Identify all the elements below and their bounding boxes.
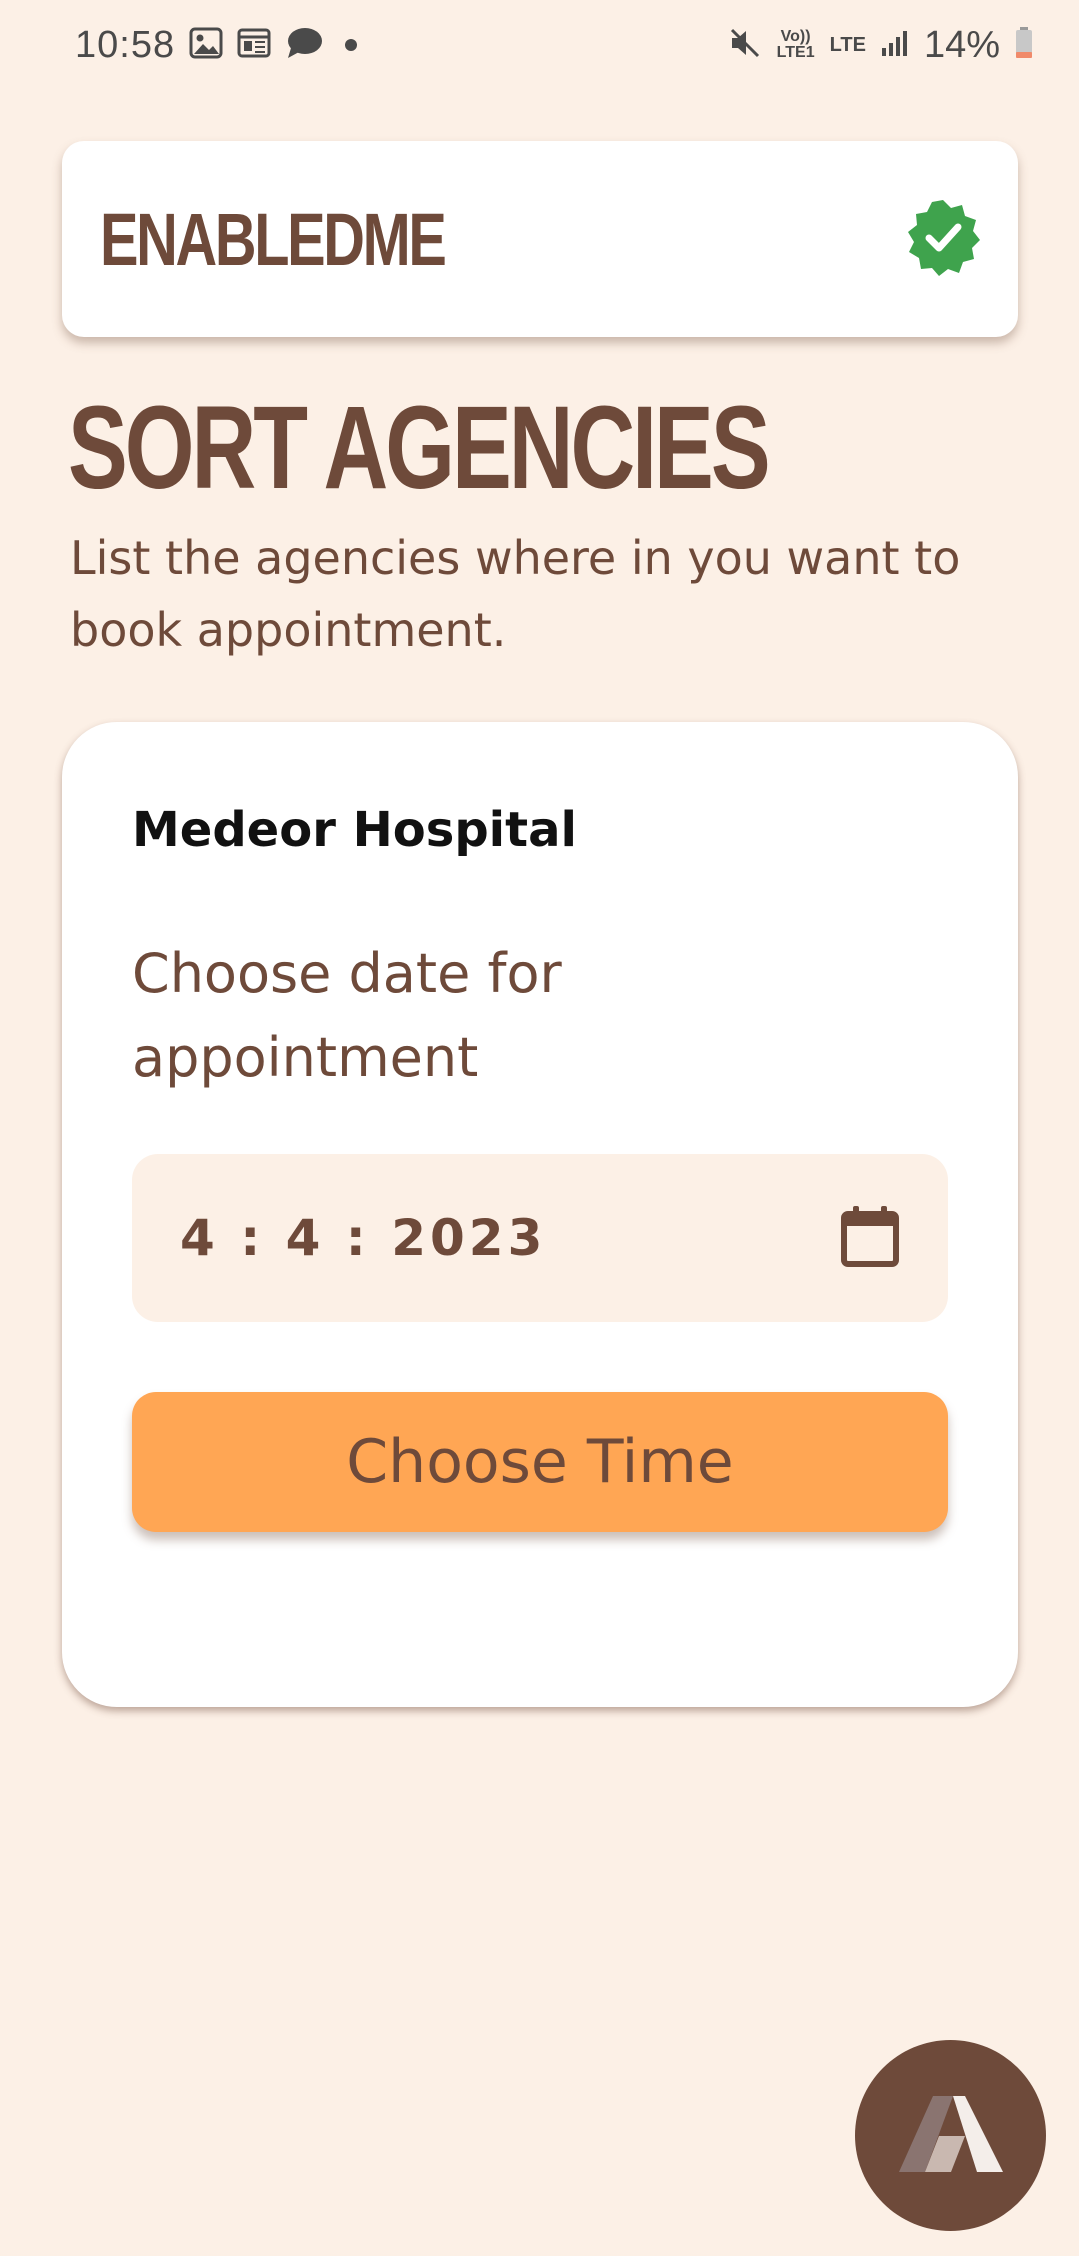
floating-app-button[interactable] <box>855 2040 1046 2231</box>
date-picker-field[interactable]: 4 : 4 : 2023 <box>132 1154 948 1322</box>
page-subtitle: List the agencies where in you want to b… <box>70 531 961 657</box>
status-bar-left: 10:58 <box>75 23 358 67</box>
lte-icon: LTE <box>829 34 866 56</box>
signal-icon <box>880 28 910 63</box>
status-bar-right: Vo)) LTE1 LTE 14% <box>728 24 1034 67</box>
agency-name: Medeor Hospital <box>132 802 577 858</box>
date-value: 4 : 4 : 2023 <box>180 1209 547 1267</box>
choose-time-button[interactable]: Choose Time <box>132 1392 948 1532</box>
verified-badge-icon <box>904 198 982 280</box>
brand-logo-text: ENABLEDME <box>100 197 447 281</box>
battery-icon <box>1014 26 1034 65</box>
calendar-icon[interactable] <box>840 1204 900 1272</box>
app-header: ENABLEDME <box>62 141 1018 337</box>
image-icon <box>189 27 223 64</box>
volte-icon: Vo)) LTE1 <box>776 28 815 61</box>
status-bar: 10:58 Vo)) LTE1 LTE 14% <box>0 0 1079 90</box>
mute-icon <box>728 26 762 65</box>
calendar-news-icon <box>237 27 271 64</box>
status-time: 10:58 <box>75 23 176 66</box>
dot-icon <box>345 39 358 51</box>
app-logo-icon <box>895 2092 1007 2180</box>
date-label: Choose date for appointment <box>132 942 562 1089</box>
agency-card: Medeor Hospital Choose date for appointm… <box>62 722 1018 1707</box>
battery-percent: 14% <box>923 23 1000 66</box>
page-title: SORT AGENCIES <box>68 382 771 514</box>
chat-bubble-icon <box>285 26 323 65</box>
